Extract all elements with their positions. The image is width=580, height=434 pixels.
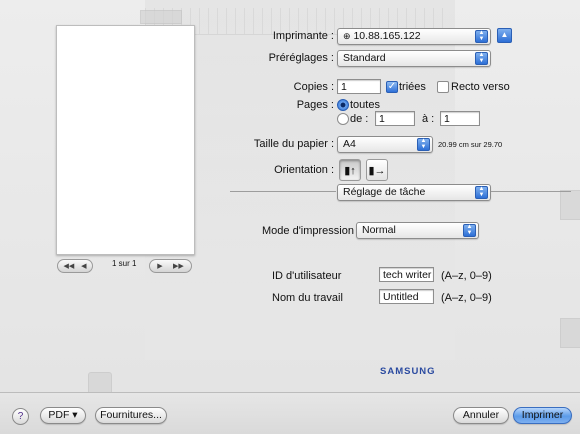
disclosure-up-icon[interactable]: ▲ (497, 28, 512, 43)
paper-size-popup[interactable]: A4 ▲ ▼ (337, 136, 433, 153)
last-page-icon[interactable]: ▶▶ (173, 262, 184, 270)
previous-page-icon[interactable]: ◀ (81, 262, 86, 270)
user-id-label: ID d'utilisateur (272, 270, 342, 282)
presets-value: Standard (343, 52, 386, 64)
pages-to-label: à : (422, 113, 435, 125)
print-mode-value: Normal (362, 224, 396, 236)
duplex-checkbox[interactable] (437, 81, 449, 93)
popup-arrows-icon: ▲ ▼ (463, 224, 476, 237)
paper-dimensions: 20.99 cm sur 29.70 (438, 140, 503, 149)
presets-popup[interactable]: Standard ▲ ▼ (337, 50, 491, 67)
panel-separator-left (230, 191, 336, 192)
print-mode-popup[interactable]: Normal ▲ ▼ (356, 222, 479, 239)
preview-back-buttons[interactable]: ◀◀ ◀ (57, 259, 93, 273)
first-page-icon[interactable]: ◀◀ (63, 262, 74, 270)
pages-range-radio[interactable] (337, 113, 349, 125)
background-window-edge (560, 190, 580, 220)
popup-arrows-icon: ▲ ▼ (475, 52, 488, 65)
pages-all-radio[interactable] (337, 99, 349, 111)
copies-label: Copies : (293, 81, 334, 93)
collated-label: triées (399, 81, 426, 93)
pages-label: Pages : (296, 99, 334, 111)
user-id-field[interactable]: tech writer (379, 267, 434, 282)
job-name-hint: (A–z, 0–9) (441, 292, 492, 304)
printer-popup[interactable]: ⊕ 10.88.165.122 ▲ ▼ (337, 28, 491, 45)
supplies-button[interactable]: Fournitures... (95, 407, 167, 424)
pages-from-field[interactable]: 1 (375, 111, 415, 126)
copies-field[interactable]: 1 (337, 79, 381, 94)
panel-separator-right (491, 191, 571, 192)
popup-arrows-icon: ▲ ▼ (417, 138, 430, 151)
samsung-logo: SAMSUNG (380, 366, 436, 377)
job-name-label: Nom du travail (272, 292, 343, 304)
orientation-label: Orientation : (274, 164, 334, 176)
job-name-field[interactable]: Untitled (379, 289, 434, 304)
next-page-icon[interactable]: ▶ (157, 262, 162, 270)
cancel-button[interactable]: Annuler (453, 407, 509, 424)
help-button[interactable]: ? (12, 408, 29, 425)
portrait-icon[interactable]: ▮↑ (339, 159, 361, 181)
background-window-edge (560, 318, 580, 348)
print-button[interactable]: Imprimer (513, 407, 572, 424)
panel-popup[interactable]: Réglage de tâche ▲ ▼ (337, 184, 491, 201)
background-toolbar-item (140, 10, 182, 24)
printer-value: 10.88.165.122 (353, 30, 421, 42)
print-dialog: ◀◀ ◀ 1 sur 1 ▶ ▶▶ Imprimante : ⊕ 10.88.1… (0, 0, 580, 434)
preview-page-indicator: 1 sur 1 (112, 259, 137, 268)
pages-to-field[interactable]: 1 (440, 111, 480, 126)
paper-size-value: A4 (343, 138, 356, 150)
popup-arrows-icon: ▲ ▼ (475, 30, 488, 43)
presets-label: Préréglages : (268, 52, 334, 64)
collated-checkbox[interactable]: ✓ (386, 81, 398, 93)
paper-size-label: Taille du papier : (253, 138, 334, 150)
panel-popup-value: Réglage de tâche (343, 186, 426, 198)
pdf-button[interactable]: PDF ▾ (40, 407, 86, 424)
page-preview (56, 25, 195, 255)
print-mode-label: Mode d'impression (262, 225, 354, 237)
landscape-icon[interactable]: ▮→ (366, 159, 388, 181)
pages-all-label: toutes (350, 99, 380, 111)
preview-forward-buttons[interactable]: ▶ ▶▶ (149, 259, 192, 273)
pages-from-label: de : (350, 113, 369, 125)
popup-arrows-icon: ▲ ▼ (475, 186, 488, 199)
printer-label: Imprimante : (272, 30, 334, 42)
duplex-label: Recto verso (451, 81, 510, 93)
user-id-hint: (A–z, 0–9) (441, 270, 492, 282)
network-printer-icon: ⊕ (343, 31, 351, 41)
